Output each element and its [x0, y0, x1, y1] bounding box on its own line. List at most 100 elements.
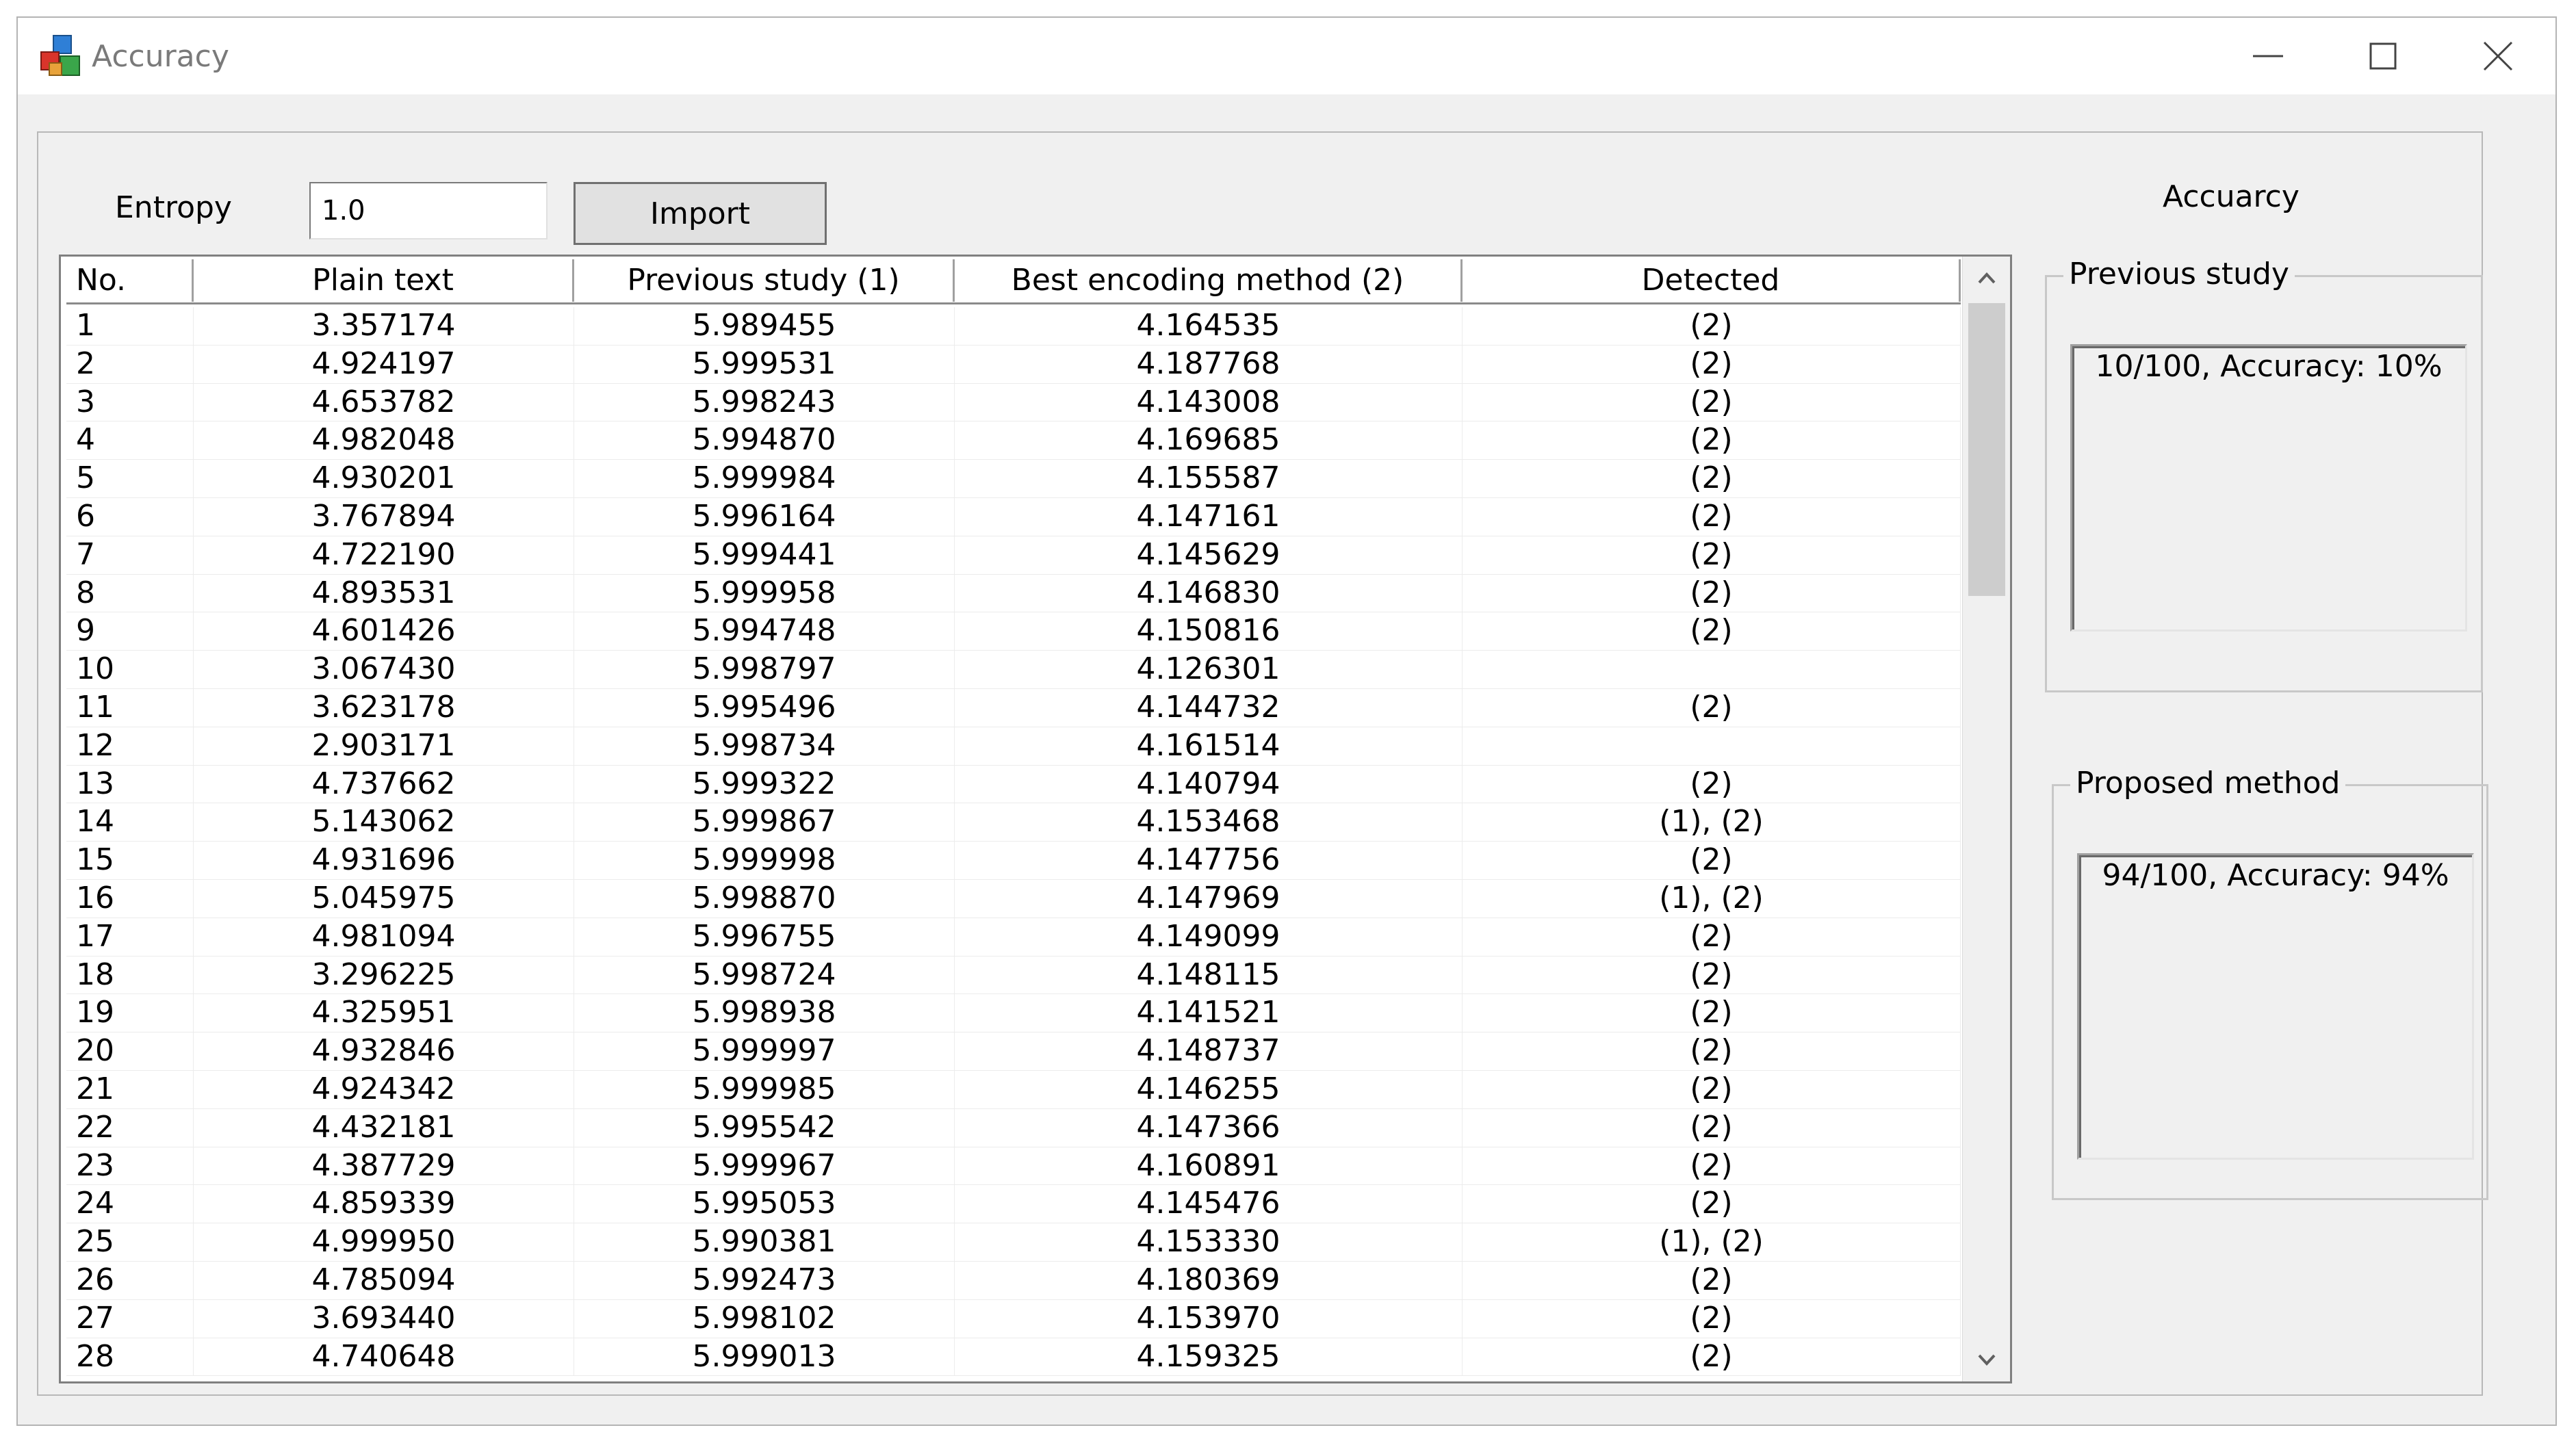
table-row[interactable]: 19 4.325951 5.998938 4.141521 (2): [66, 994, 1961, 1033]
cell-best-encoding: 4.153330: [955, 1223, 1463, 1261]
cell-best-encoding: 4.161514: [955, 727, 1463, 765]
cell-plain-text: 5.045975: [194, 879, 574, 918]
cell-detected: (2): [1463, 1108, 1961, 1147]
scroll-up-button[interactable]: [1963, 257, 2010, 299]
title-bar[interactable]: Accuracy: [18, 18, 2555, 94]
cell-plain-text: 4.387729: [194, 1147, 574, 1185]
cell-best-encoding: 4.150816: [955, 612, 1463, 651]
table-row[interactable]: 18 3.296225 5.998724 4.148115 (2): [66, 956, 1961, 995]
table-row[interactable]: 27 3.693440 5.998102 4.153970 (2): [66, 1299, 1961, 1338]
cell-plain-text: 4.893531: [194, 574, 574, 612]
column-header-plain-text[interactable]: Plain text: [194, 259, 574, 302]
window-title: Accuracy: [92, 39, 229, 74]
table-row[interactable]: 8 4.893531 5.999958 4.146830 (2): [66, 574, 1961, 613]
table-row[interactable]: 13 4.737662 5.999322 4.140794 (2): [66, 765, 1961, 804]
cell-detected: [1463, 651, 1961, 688]
cell-previous-study: 5.999997: [574, 1032, 955, 1070]
cell-no: 4: [66, 421, 194, 460]
cell-best-encoding: 4.126301: [955, 651, 1463, 688]
table-row[interactable]: 15 4.931696 5.999998 4.147756 (2): [66, 842, 1961, 880]
table-row[interactable]: 7 4.722190 5.999441 4.145629 (2): [66, 536, 1961, 575]
cell-previous-study: 5.998870: [574, 879, 955, 918]
import-button[interactable]: Import: [574, 182, 827, 245]
cell-no: 20: [66, 1032, 194, 1070]
table-row[interactable]: 17 4.981094 5.996755 4.149099 (2): [66, 918, 1961, 957]
cell-detected: (2): [1463, 1185, 1961, 1223]
cell-plain-text: 4.785094: [194, 1261, 574, 1299]
cell-detected: (1), (2): [1463, 1223, 1961, 1261]
scroll-down-button[interactable]: [1963, 1339, 2010, 1381]
column-header-previous-study[interactable]: Previous study (1): [574, 259, 955, 302]
minimize-button[interactable]: [2211, 18, 2326, 94]
table-row[interactable]: 1 3.357174 5.989455 4.164535 (2): [66, 307, 1961, 346]
cell-no: 16: [66, 879, 194, 918]
accuracy-window: Accuracy Entropy Import Accuarcy No.: [16, 16, 2557, 1426]
table-row[interactable]: 14 5.143062 5.999867 4.153468 (1), (2): [66, 803, 1961, 842]
cell-previous-study: 5.999958: [574, 574, 955, 612]
table-row[interactable]: 4 4.982048 5.994870 4.169685 (2): [66, 421, 1961, 460]
table-row[interactable]: 28 4.740648 5.999013 4.159325 (2): [66, 1338, 1961, 1377]
cell-detected: (2): [1463, 765, 1961, 803]
table-row[interactable]: 11 3.623178 5.995496 4.144732 (2): [66, 688, 1961, 727]
cell-detected: (2): [1463, 421, 1961, 460]
table-row[interactable]: 10 3.067430 5.998797 4.126301: [66, 651, 1961, 689]
column-header-no[interactable]: No.: [66, 259, 194, 302]
cell-best-encoding: 4.148115: [955, 956, 1463, 994]
table-row[interactable]: 20 4.932846 5.999997 4.148737 (2): [66, 1032, 1961, 1071]
table-row[interactable]: 22 4.432181 5.995542 4.147366 (2): [66, 1108, 1961, 1147]
column-header-detected[interactable]: Detected: [1463, 259, 1961, 302]
previous-study-group: Previous study 10/100, Accuracy: 10%: [2045, 254, 2483, 692]
cell-plain-text: 3.767894: [194, 497, 574, 536]
table-row[interactable]: 21 4.924342 5.999985 4.146255 (2): [66, 1070, 1961, 1109]
cell-best-encoding: 4.153468: [955, 803, 1463, 842]
cell-best-encoding: 4.160891: [955, 1147, 1463, 1185]
cell-detected: (2): [1463, 1032, 1961, 1070]
cell-plain-text: 4.601426: [194, 612, 574, 651]
close-icon: [2483, 41, 2513, 71]
cell-best-encoding: 4.180369: [955, 1261, 1463, 1299]
cell-best-encoding: 4.145629: [955, 536, 1463, 574]
cell-best-encoding: 4.141521: [955, 994, 1463, 1032]
table-row[interactable]: 23 4.387729 5.999967 4.160891 (2): [66, 1147, 1961, 1186]
cell-plain-text: 4.740648: [194, 1338, 574, 1376]
table-row[interactable]: 3 4.653782 5.998243 4.143008 (2): [66, 383, 1961, 422]
column-header-best-encoding[interactable]: Best encoding method (2): [955, 259, 1463, 302]
accuracy-heading: Accuarcy: [2163, 179, 2300, 214]
table-row[interactable]: 9 4.601426 5.994748 4.150816 (2): [66, 612, 1961, 651]
cell-no: 19: [66, 994, 194, 1032]
cell-no: 8: [66, 574, 194, 612]
maximize-button[interactable]: [2326, 18, 2440, 94]
results-table[interactable]: No. Plain text Previous study (1) Best e…: [59, 255, 2012, 1383]
maximize-icon: [2369, 42, 2397, 70]
cell-best-encoding: 4.187768: [955, 345, 1463, 383]
cell-plain-text: 3.623178: [194, 688, 574, 727]
table-row[interactable]: 12 2.903171 5.998734 4.161514: [66, 727, 1961, 766]
cell-detected: (2): [1463, 1147, 1961, 1185]
table-row[interactable]: 24 4.859339 5.995053 4.145476 (2): [66, 1185, 1961, 1224]
cell-previous-study: 5.999531: [574, 345, 955, 383]
cell-detected: (2): [1463, 345, 1961, 383]
cell-plain-text: 4.930201: [194, 460, 574, 497]
table-row[interactable]: 25 4.999950 5.990381 4.153330 (1), (2): [66, 1223, 1961, 1262]
cell-plain-text: 3.693440: [194, 1299, 574, 1338]
cell-detected: (2): [1463, 536, 1961, 574]
cell-plain-text: 4.432181: [194, 1108, 574, 1147]
cell-no: 23: [66, 1147, 194, 1185]
table-row[interactable]: 16 5.045975 5.998870 4.147969 (1), (2): [66, 879, 1961, 918]
cell-no: 26: [66, 1261, 194, 1299]
table-row[interactable]: 5 4.930201 5.999984 4.155587 (2): [66, 460, 1961, 498]
vertical-scrollbar[interactable]: [1962, 257, 2010, 1381]
cell-detected: (2): [1463, 460, 1961, 497]
table-row[interactable]: 6 3.767894 5.996164 4.147161 (2): [66, 497, 1961, 536]
close-button[interactable]: [2440, 18, 2555, 94]
cell-previous-study: 5.998243: [574, 383, 955, 421]
table-row[interactable]: 26 4.785094 5.992473 4.180369 (2): [66, 1261, 1961, 1300]
scroll-thumb[interactable]: [1968, 303, 2005, 596]
cell-detected: (1), (2): [1463, 803, 1961, 842]
cell-plain-text: 4.931696: [194, 842, 574, 879]
table-row[interactable]: 2 4.924197 5.999531 4.187768 (2): [66, 345, 1961, 384]
cell-best-encoding: 4.146255: [955, 1070, 1463, 1108]
entropy-input[interactable]: [309, 182, 548, 239]
cell-detected: (2): [1463, 383, 1961, 421]
cell-detected: (2): [1463, 918, 1961, 956]
